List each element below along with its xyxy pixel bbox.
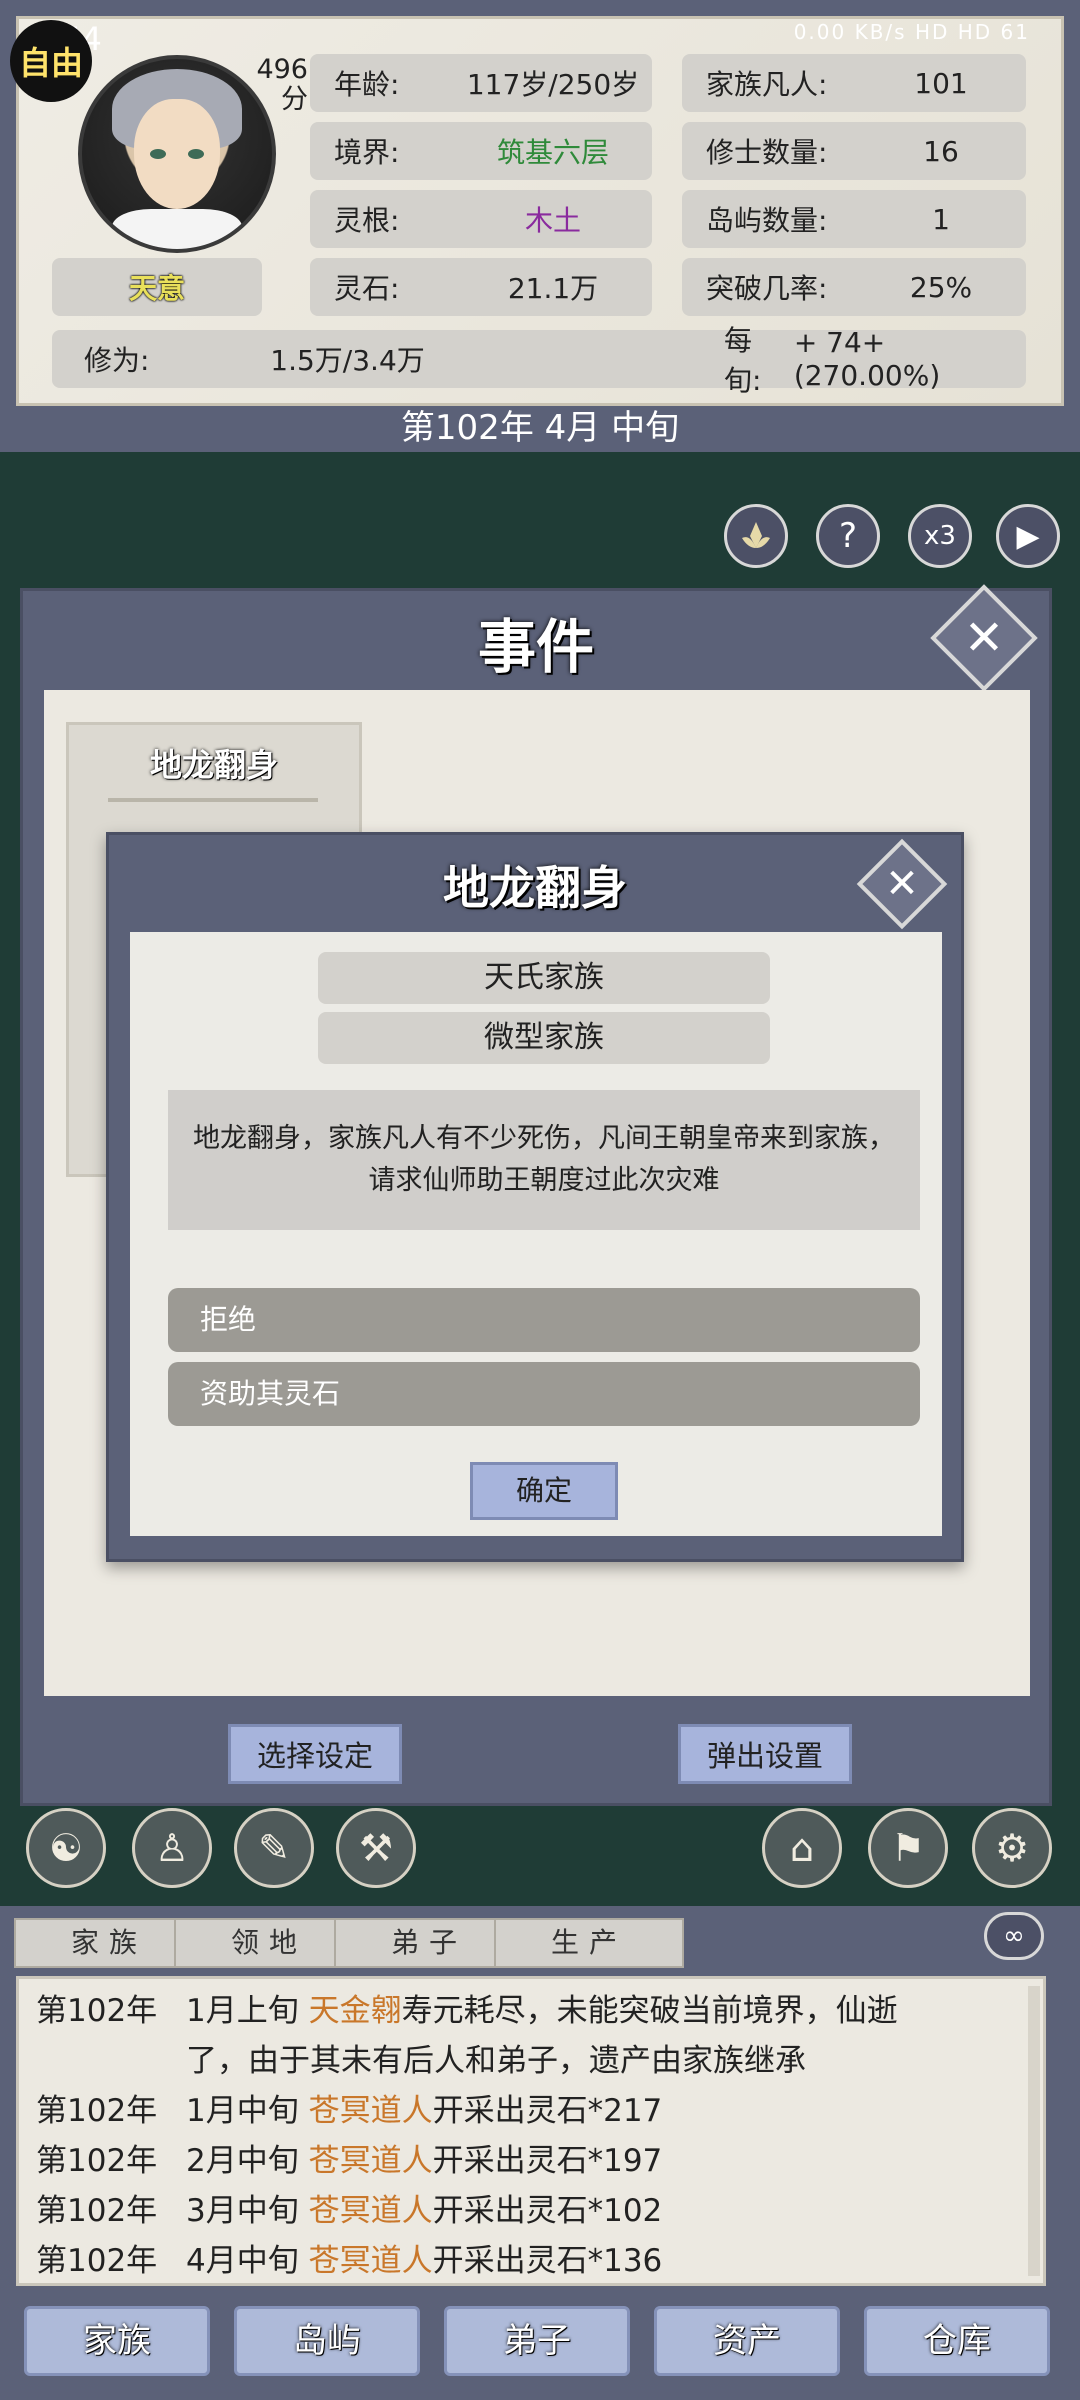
per-period-value: + 74+(270.00%) [793, 326, 941, 392]
gear-icon[interactable]: ⚙ [972, 1808, 1052, 1888]
family-name-tag: 天氏家族 [318, 952, 770, 1004]
stat-label: 家族凡人: [706, 68, 828, 101]
option-refuse[interactable]: 拒绝 [168, 1288, 920, 1352]
stat-value: 16 [923, 134, 959, 168]
stat-label: 突破几率: [706, 272, 828, 305]
stat-value: 101 [914, 66, 968, 100]
stat-mortals: 家族凡人: 101 [682, 54, 1026, 112]
avatar-eye [150, 149, 166, 159]
emblem-button[interactable] [724, 504, 788, 568]
stat-value: 21.1万 [507, 272, 599, 305]
confirm-button[interactable]: 确定 [470, 1462, 618, 1520]
log-tab-production[interactable]: 生产 [494, 1918, 684, 1968]
stat-cultivators: 修士数量: 16 [682, 122, 1026, 180]
stat-value: 筑基六层 [496, 136, 609, 169]
nav-family[interactable]: 家族 [24, 2306, 210, 2376]
gavel-icon[interactable]: ⚒ [336, 1808, 416, 1888]
score: 496 分 [248, 55, 308, 115]
help-button[interactable]: ? [816, 504, 880, 568]
log-entry: 第102年 3月中旬 苍冥道人开采出灵石*102 [36, 2193, 663, 2229]
status-indicators: 0.00 KB/s HD HD 61 [793, 20, 1030, 44]
avatar-face [134, 99, 220, 209]
stat-spirit-stones: 灵石: 21.1万 [310, 258, 652, 316]
nav-disciples[interactable]: 弟子 [444, 2306, 630, 2376]
event-card-title: 地龙翻身 [149, 746, 278, 784]
stat-label: 灵根: [334, 204, 400, 237]
cultivation-label: 修为: [84, 344, 150, 377]
cultivation-row: 修为: 1.5万/3.4万 每旬: + 74+(270.00%) [52, 324, 1026, 397]
log-entry: 第102年 1月中旬 苍冥道人开采出灵石*217 [36, 2093, 663, 2129]
flag-icon[interactable]: ⚑ [868, 1808, 948, 1888]
stat-spirit-root: 灵根: 木土 [310, 190, 652, 248]
auto-mode-badge[interactable]: 自由 [10, 20, 92, 102]
meditation-icon[interactable]: ☯ [26, 1808, 106, 1888]
cultivation-value: 1.5万/3.4万 [270, 344, 425, 377]
stat-islands: 岛屿数量: 1 [682, 190, 1026, 248]
nav-warehouse[interactable]: 仓库 [864, 2306, 1050, 2376]
select-settings-button[interactable]: 选择设定 [228, 1724, 402, 1784]
log-toggle-icon[interactable]: ∞ [984, 1912, 1044, 1960]
close-icon: ✕ [963, 610, 1005, 666]
game-date: 第102年 4月 中旬 [400, 408, 680, 448]
family-size-tag: 微型家族 [318, 1012, 770, 1064]
nav-assets[interactable]: 资产 [654, 2306, 840, 2376]
nav-islands[interactable]: 岛屿 [234, 2306, 420, 2376]
event-description: 地龙翻身，家族凡人有不少死伤，凡间王朝皇帝来到家族，请求仙师助王朝度过此次灾难 [168, 1090, 920, 1230]
log-entry: 第102年 1月上旬 天金翱寿元耗尽，未能突破当前境界，仙逝 [36, 1993, 898, 2029]
disciple-icon[interactable]: ♙ [132, 1808, 212, 1888]
stat-label: 岛屿数量: [706, 204, 828, 237]
stat-label: 修士数量: [706, 136, 828, 169]
title-badge[interactable]: 天意 [52, 258, 262, 316]
option-donate-stones[interactable]: 资助其灵石 [168, 1362, 920, 1426]
stat-value: 25% [909, 270, 973, 304]
popup-settings-button[interactable]: 弹出设置 [678, 1724, 852, 1784]
close-icon: ✕ [885, 861, 919, 907]
play-button[interactable]: ▶ [996, 504, 1060, 568]
stat-age: 年龄: 117岁/250岁 [310, 54, 652, 112]
stat-realm: 境界: 筑基六层 [310, 122, 652, 180]
stat-value: 117岁/250岁 [466, 68, 640, 101]
stat-label: 境界: [334, 136, 400, 169]
score-unit: 分 [281, 84, 308, 115]
stat-breakthrough: 突破几率: 25% [682, 258, 1026, 316]
divider [108, 798, 318, 802]
log-entry-continued: 了，由于其未有后人和弟子，遗产由家族继承 [186, 2043, 806, 2079]
per-period-label: 每旬: [723, 324, 762, 397]
log-entry: 第102年 4月中旬 苍冥道人开采出灵石*136 [36, 2243, 663, 2279]
avatar[interactable] [78, 55, 276, 253]
scroll-icon[interactable]: ✎ [234, 1808, 314, 1888]
log-entry: 第102年 2月中旬 苍冥道人开采出灵石*197 [36, 2143, 663, 2179]
score-value: 496 [256, 54, 308, 85]
stat-label: 灵石: [334, 272, 400, 305]
avatar-robe [112, 209, 242, 249]
lotus-icon [742, 522, 770, 548]
dialog-title: 地龙翻身 [443, 861, 627, 915]
stat-label: 年龄: [334, 68, 400, 101]
event-window-title: 事件 [477, 613, 594, 681]
avatar-eye [188, 149, 204, 159]
stat-value: 木土 [524, 204, 581, 237]
speed-button[interactable]: x3 [908, 504, 972, 568]
stat-value: 1 [932, 202, 950, 236]
pavilion-icon[interactable]: ⌂ [762, 1808, 842, 1888]
